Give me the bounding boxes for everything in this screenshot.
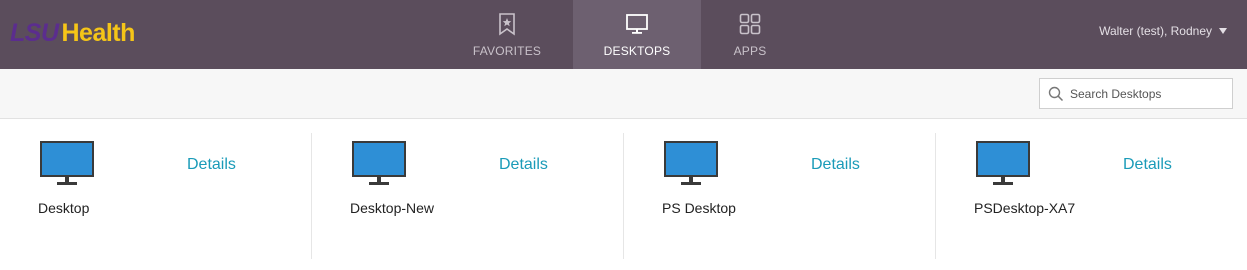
desktop-tile[interactable]: Details PS Desktop <box>624 120 936 270</box>
desktop-name: PSDesktop-XA7 <box>974 200 1076 216</box>
bookmark-icon <box>499 13 515 36</box>
user-name: Walter (test), Rodney <box>1099 24 1212 38</box>
desktop-tile[interactable]: Details PSDesktop-XA7 <box>936 120 1247 270</box>
tab-desktops[interactable]: DESKTOPS <box>573 0 701 69</box>
apps-grid-icon <box>739 13 761 35</box>
top-bar: LSU Health FAVORITES DESKTOPS APPS Walte… <box>0 0 1247 69</box>
desktop-grid: Details Desktop Details Desktop-New Deta… <box>0 120 1247 270</box>
search-icon <box>1048 86 1064 101</box>
details-link[interactable]: Details <box>1123 156 1172 174</box>
logo-lsu-text: LSU <box>10 18 59 47</box>
monitor-icon <box>40 141 94 185</box>
search-box[interactable] <box>1039 78 1233 109</box>
details-link[interactable]: Details <box>187 156 236 174</box>
details-link[interactable]: Details <box>811 156 860 174</box>
monitor-icon <box>626 14 648 34</box>
monitor-icon <box>664 141 718 185</box>
search-input[interactable] <box>1070 86 1230 101</box>
tab-favorites-label: FAVORITES <box>472 44 542 58</box>
toolbar <box>0 69 1247 119</box>
tab-favorites[interactable]: FAVORITES <box>443 0 571 69</box>
desktop-tile[interactable]: Details Desktop <box>0 120 312 270</box>
tab-apps-label: APPS <box>733 44 767 58</box>
user-menu[interactable]: Walter (test), Rodney <box>1099 24 1227 38</box>
monitor-icon <box>976 141 1030 185</box>
details-link[interactable]: Details <box>499 156 548 174</box>
caret-down-icon <box>1219 28 1227 34</box>
logo-health-text: Health <box>61 18 136 47</box>
desktop-name: Desktop <box>38 200 90 216</box>
tab-desktops-label: DESKTOPS <box>603 44 671 58</box>
tab-apps[interactable]: APPS <box>686 0 814 69</box>
lsu-health-logo[interactable]: LSU Health <box>10 18 136 47</box>
monitor-icon <box>352 141 406 185</box>
desktop-tile[interactable]: Details Desktop-New <box>312 120 624 270</box>
desktop-name: PS Desktop <box>662 200 736 216</box>
desktop-name: Desktop-New <box>350 200 435 216</box>
